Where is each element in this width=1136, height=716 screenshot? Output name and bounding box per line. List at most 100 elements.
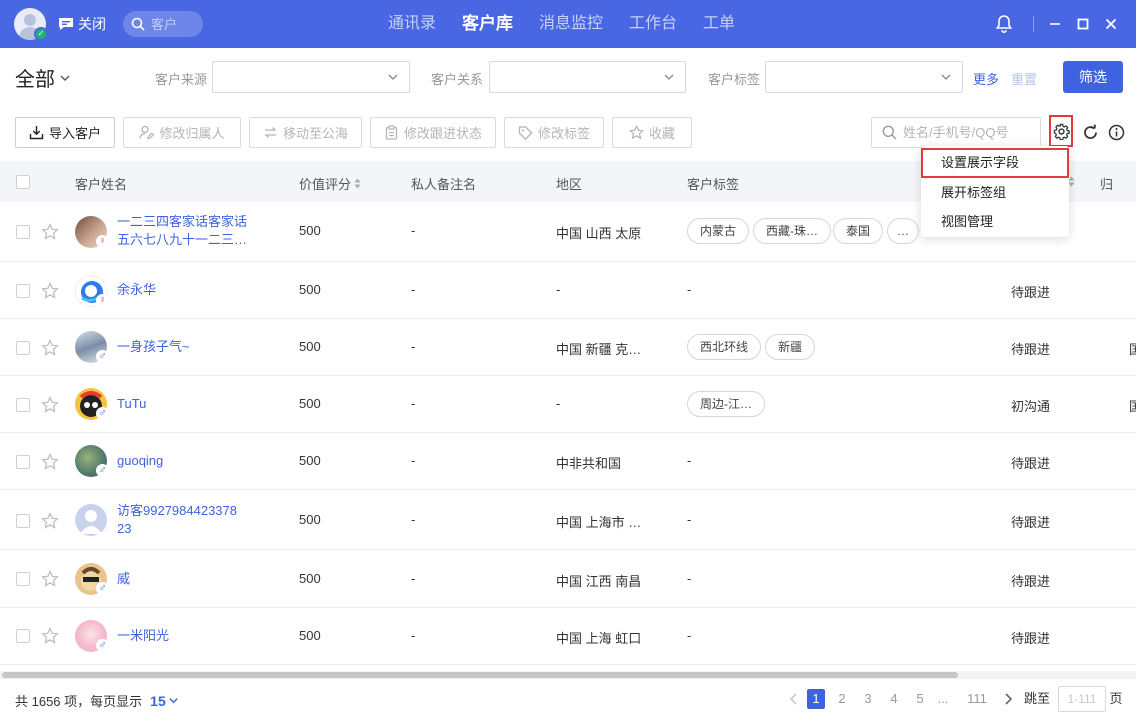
change-owner-button[interactable]: 修改归属人 — [123, 117, 241, 148]
tab-customer-library[interactable]: 客户库 — [449, 0, 526, 48]
info-button[interactable] — [1105, 121, 1127, 143]
menu-item-view-management[interactable]: 视图管理 — [921, 207, 1069, 237]
favorite-button[interactable]: 收藏 — [612, 117, 692, 148]
user-edit-icon — [139, 125, 155, 140]
change-tags-button[interactable]: 修改标签 — [504, 117, 604, 148]
customer-name-link[interactable]: 余永华 — [117, 281, 156, 299]
minimize-icon[interactable] — [1045, 14, 1065, 34]
customer-tag: 泰国 — [833, 218, 884, 244]
row-checkbox[interactable] — [16, 341, 30, 355]
select-all-checkbox[interactable] — [16, 175, 30, 189]
settings-gear-button[interactable] — [1049, 115, 1073, 147]
value-score: 500 — [299, 223, 321, 238]
customer-name-link[interactable]: 一米阳光 — [117, 627, 169, 645]
table-row[interactable]: 访客9927984423378 23 500 - 中国 上海市 … - 待跟进 — [0, 490, 1136, 550]
menu-item-display-fields[interactable]: 设置展示字段 — [921, 148, 1069, 178]
table-row[interactable]: ♀ 余永华 500 - - - 待跟进 — [0, 262, 1136, 319]
customer-name-link[interactable]: guoqing — [117, 452, 163, 470]
page-3-button[interactable]: 3 — [860, 689, 876, 709]
col-value-score[interactable]: 价值评分 — [299, 174, 361, 193]
import-customers-button[interactable]: 导入客户 — [15, 117, 115, 148]
page-size-selector[interactable]: 15 — [150, 693, 179, 709]
region: 中国 上海市 … — [556, 515, 642, 530]
star-icon[interactable] — [41, 570, 59, 588]
male-icon: ♂ — [96, 639, 109, 652]
more-tags-badge[interactable]: … — [887, 218, 919, 244]
row-checkbox[interactable] — [16, 398, 30, 412]
top-search-box[interactable] — [123, 11, 203, 37]
close-icon[interactable] — [1101, 14, 1121, 34]
close-label: 关闭 — [78, 16, 106, 32]
maximize-icon[interactable] — [1073, 14, 1093, 34]
customer-name-link[interactable]: 威 — [117, 570, 130, 588]
tab-workbench[interactable]: 工作台 — [616, 0, 690, 48]
table-row[interactable]: ♂ 一米阳光 500 - 中国 上海 虹口 - 待跟进 — [0, 608, 1136, 665]
tab-message-monitor[interactable]: 消息监控 — [526, 0, 616, 48]
customer-tag: 新疆 — [765, 334, 816, 360]
follow-status: 初沟通 — [1011, 399, 1051, 414]
scope-selector[interactable]: 全部 — [15, 63, 71, 92]
row-checkbox[interactable] — [16, 629, 30, 643]
prev-page-icon[interactable] — [788, 692, 800, 706]
refresh-button[interactable] — [1079, 121, 1101, 143]
star-icon[interactable] — [41, 512, 59, 530]
customer-name-link[interactable]: TuTu — [117, 395, 146, 413]
male-icon: ♂ — [96, 407, 109, 420]
apply-filter-button[interactable]: 筛选 — [1063, 61, 1123, 93]
more-filters-link[interactable]: 更多 — [973, 69, 999, 88]
row-checkbox[interactable] — [16, 455, 30, 469]
page-4-button[interactable]: 4 — [886, 689, 902, 709]
menu-item-expand-tag-groups[interactable]: 展开标签组 — [921, 178, 1069, 208]
private-remark: - — [411, 339, 416, 354]
next-page-icon[interactable] — [1002, 692, 1014, 706]
reset-filters-link[interactable]: 重置 — [1011, 69, 1037, 88]
star-icon[interactable] — [41, 396, 59, 414]
star-icon[interactable] — [41, 223, 59, 241]
page-2-button[interactable]: 2 — [834, 689, 850, 709]
sort-icon[interactable] — [1068, 176, 1075, 187]
customer-name-link[interactable]: 访客9927984423378 23 — [117, 502, 237, 538]
row-checkbox[interactable] — [16, 514, 30, 528]
jump-page-input[interactable] — [1058, 686, 1106, 712]
customer-tags-empty: - — [687, 512, 692, 527]
avatar — [75, 504, 107, 536]
customer-name-link[interactable]: 一身孩子气~ — [117, 338, 190, 356]
page-1-button[interactable]: 1 — [807, 689, 825, 709]
move-to-pool-button[interactable]: 移动至公海 — [249, 117, 362, 148]
table-row[interactable]: ♂ 威 500 - 中国 江西 南昌 - 待跟进 — [0, 550, 1136, 608]
tag-filter-select[interactable] — [765, 61, 963, 93]
page-5-button[interactable]: 5 — [912, 689, 928, 709]
region: 中非共和国 — [556, 456, 622, 471]
star-icon[interactable] — [41, 627, 59, 645]
table-row[interactable]: ♂ 一身孩子气~ 500 - 中国 新疆 克… 西北环线 新疆 待跟进 国 — [0, 319, 1136, 376]
tab-tickets[interactable]: 工单 — [690, 0, 748, 48]
relation-filter-select[interactable] — [489, 61, 686, 93]
scrollbar-thumb[interactable] — [2, 672, 958, 678]
customer-search-input[interactable] — [903, 125, 1031, 140]
tab-contacts[interactable]: 通讯录 — [375, 0, 449, 48]
top-search-input[interactable] — [151, 16, 195, 32]
star-icon[interactable] — [41, 339, 59, 357]
row-checkbox[interactable] — [16, 284, 30, 298]
source-filter-label: 客户来源 — [155, 72, 208, 87]
source-filter-select[interactable] — [212, 61, 410, 93]
horizontal-scrollbar[interactable] — [0, 671, 1136, 679]
star-icon[interactable] — [41, 453, 59, 471]
table-row[interactable]: ♂ guoqing 500 - 中非共和国 - 待跟进 — [0, 433, 1136, 490]
avatar: ♀ — [75, 216, 109, 248]
change-status-button[interactable]: 修改跟进状态 — [370, 117, 496, 148]
customer-name-link[interactable]: 一二三四客家话客家话 五六七八九十一二三… — [117, 213, 247, 249]
tag-icon — [518, 126, 533, 140]
bell-icon[interactable] — [994, 14, 1014, 34]
page-last-button[interactable]: 111 — [963, 689, 991, 709]
row-checkbox[interactable] — [16, 572, 30, 586]
table-row[interactable]: ♂ TuTu 500 - - 周边-江… 初沟通 国 — [0, 376, 1136, 433]
star-icon[interactable] — [41, 282, 59, 300]
page-ellipsis[interactable]: ... — [934, 689, 952, 709]
truncated-cell: 国 — [1129, 342, 1136, 357]
settings-dropdown-menu: 设置展示字段 展开标签组 视图管理 — [921, 146, 1069, 237]
close-session-button[interactable]: 关闭 — [58, 15, 106, 33]
row-checkbox[interactable] — [16, 225, 30, 239]
customer-search-box[interactable] — [871, 117, 1041, 148]
star-icon — [628, 125, 644, 140]
